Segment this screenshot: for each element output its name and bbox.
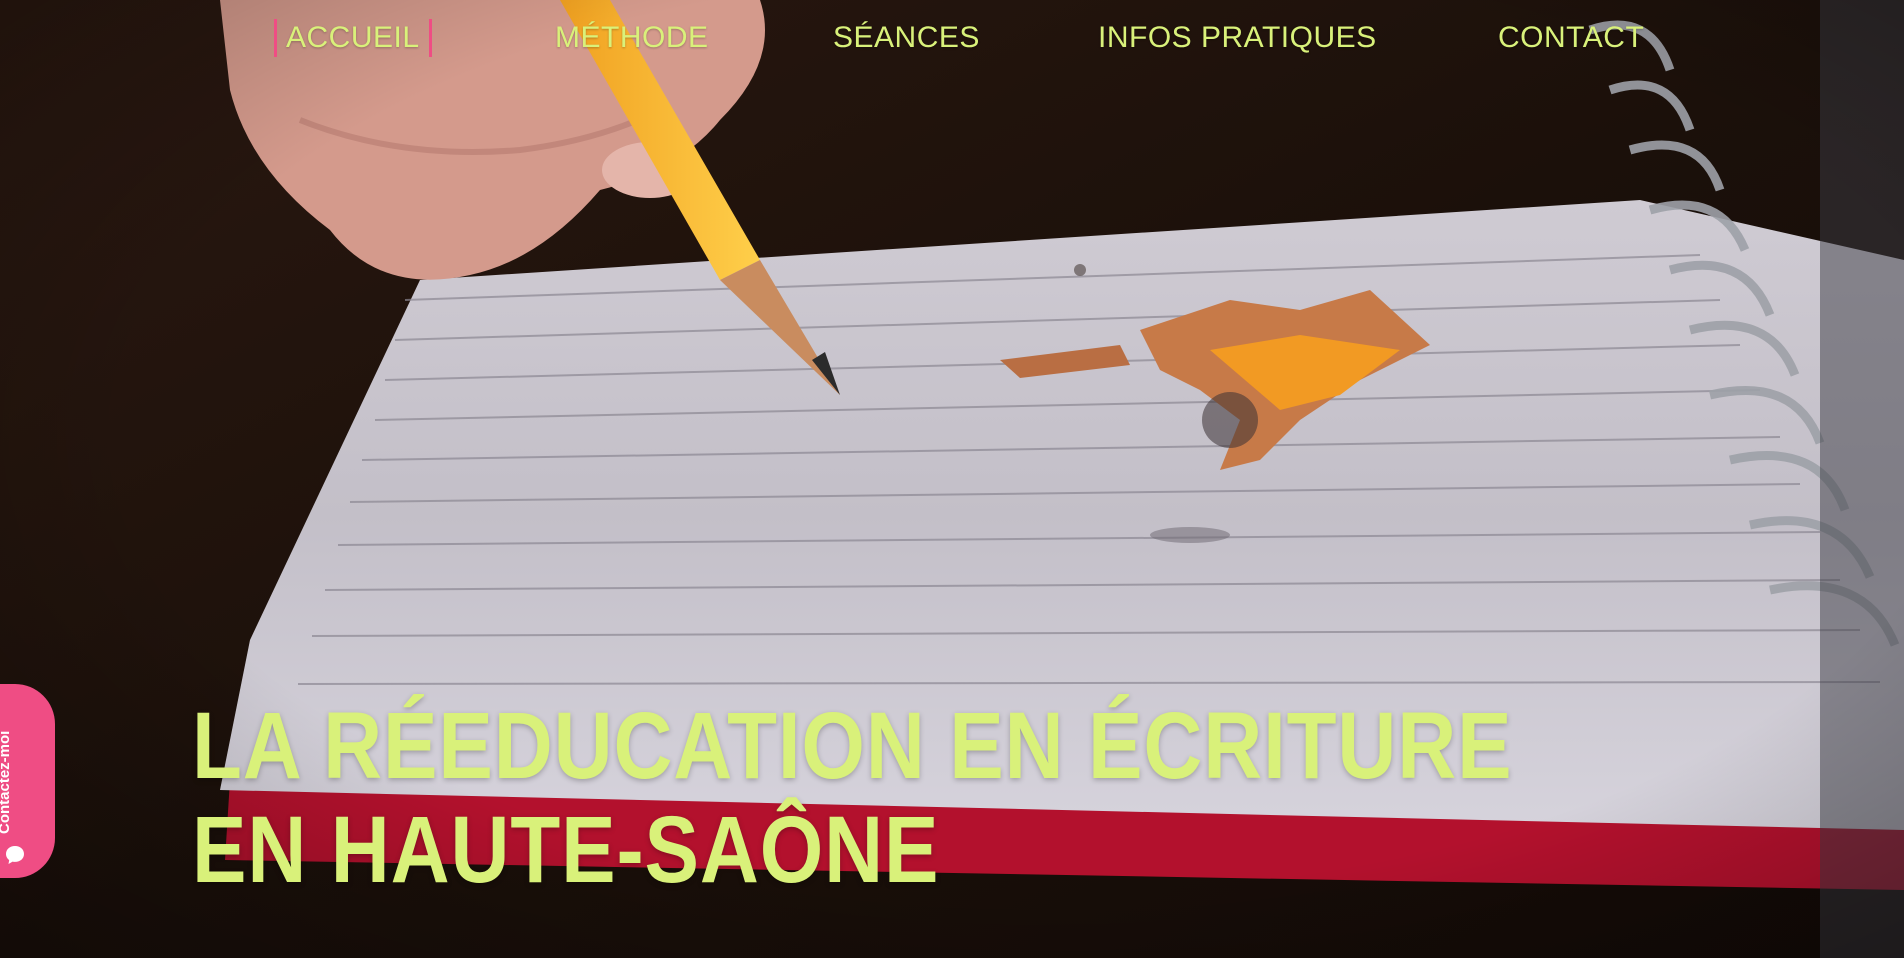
nav-item-infos-pratiques[interactable]: INFOS PRATIQUES — [1098, 14, 1377, 62]
contact-me-tab[interactable]: Contactez-moi — [0, 684, 55, 878]
hero-headline: LA RÉEDUCATION EN ÉCRITURE EN HAUTE-SAÔN… — [192, 694, 1513, 902]
nav-item-methode[interactable]: MÉTHODE — [555, 14, 709, 62]
chat-bubble-icon — [6, 846, 24, 864]
nav-item-contact[interactable]: CONTACT — [1498, 14, 1644, 62]
hero-headline-line-2: EN HAUTE-SAÔNE — [192, 797, 940, 903]
main-navigation: ACCUEIL MÉTHODE SÉANCES INFOS PRATIQUES … — [0, 14, 1904, 62]
nav-item-seances[interactable]: SÉANCES — [833, 14, 980, 62]
hero-headline-line-1: LA RÉEDUCATION EN ÉCRITURE — [192, 693, 1513, 799]
nav-item-accueil[interactable]: ACCUEIL — [274, 14, 432, 62]
contact-tab-label: Contactez-moi — [0, 730, 13, 834]
